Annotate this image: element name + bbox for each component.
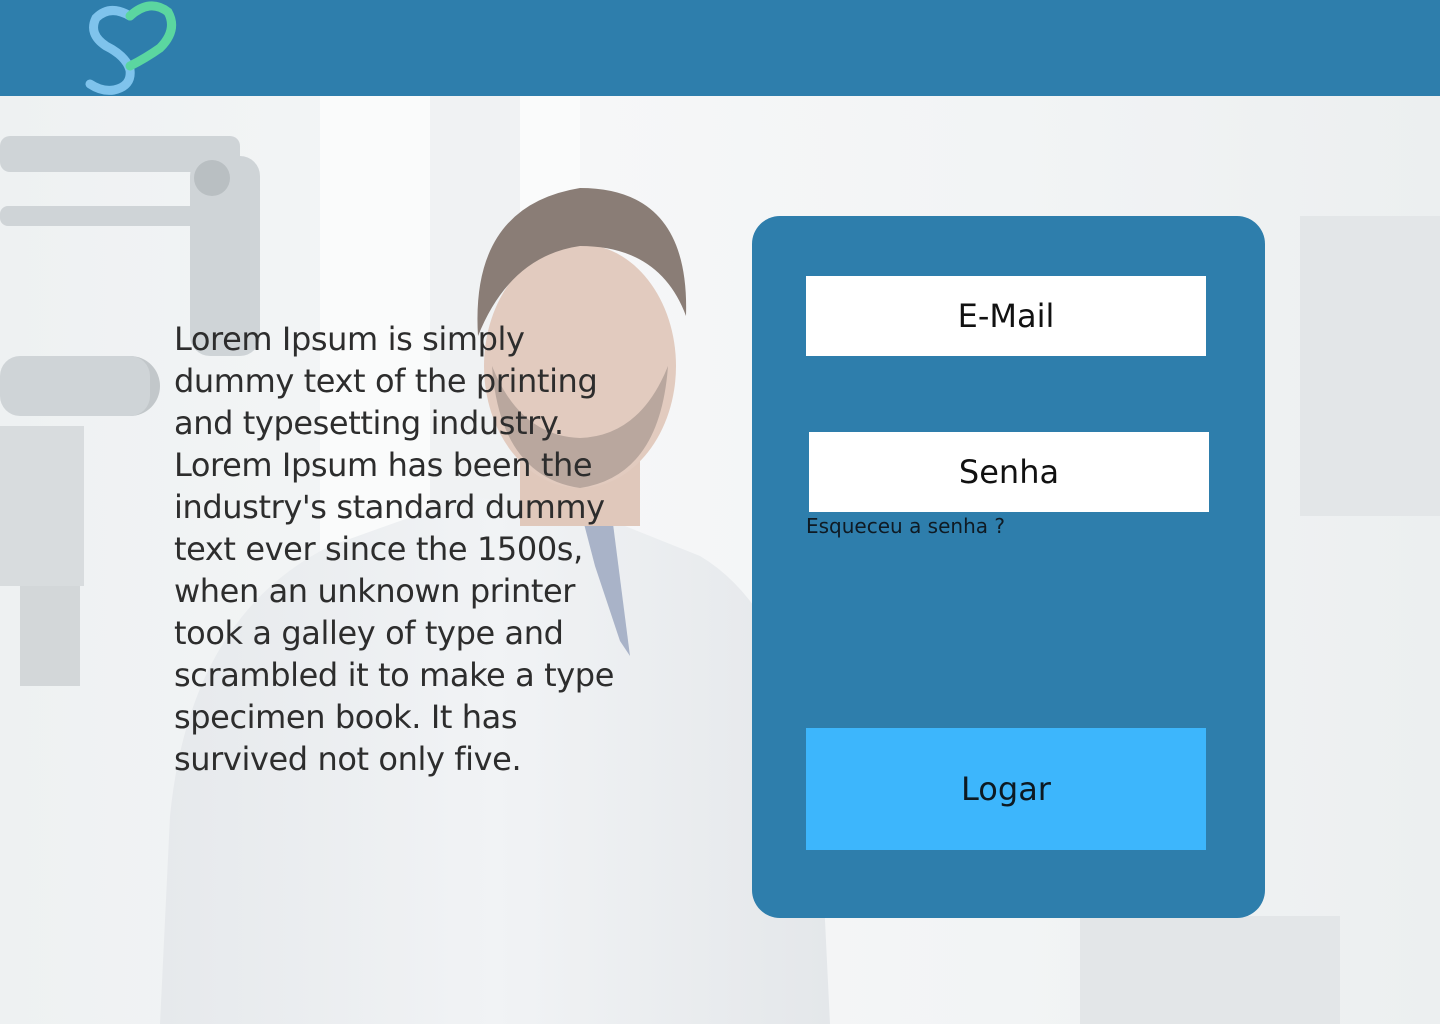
login-button[interactable]: Logar bbox=[806, 728, 1206, 850]
intro-text: Lorem Ipsum is simply dummy text of the … bbox=[174, 320, 614, 778]
email-input[interactable] bbox=[806, 276, 1206, 356]
brand-logo[interactable] bbox=[84, 0, 180, 96]
heart-logo-icon bbox=[85, 1, 177, 95]
password-input[interactable] bbox=[809, 432, 1209, 512]
top-header bbox=[0, 0, 1440, 96]
login-card: Esqueceu a senha ? Logar bbox=[752, 216, 1265, 918]
forgot-password-link[interactable]: Esqueceu a senha ? bbox=[806, 514, 1005, 538]
